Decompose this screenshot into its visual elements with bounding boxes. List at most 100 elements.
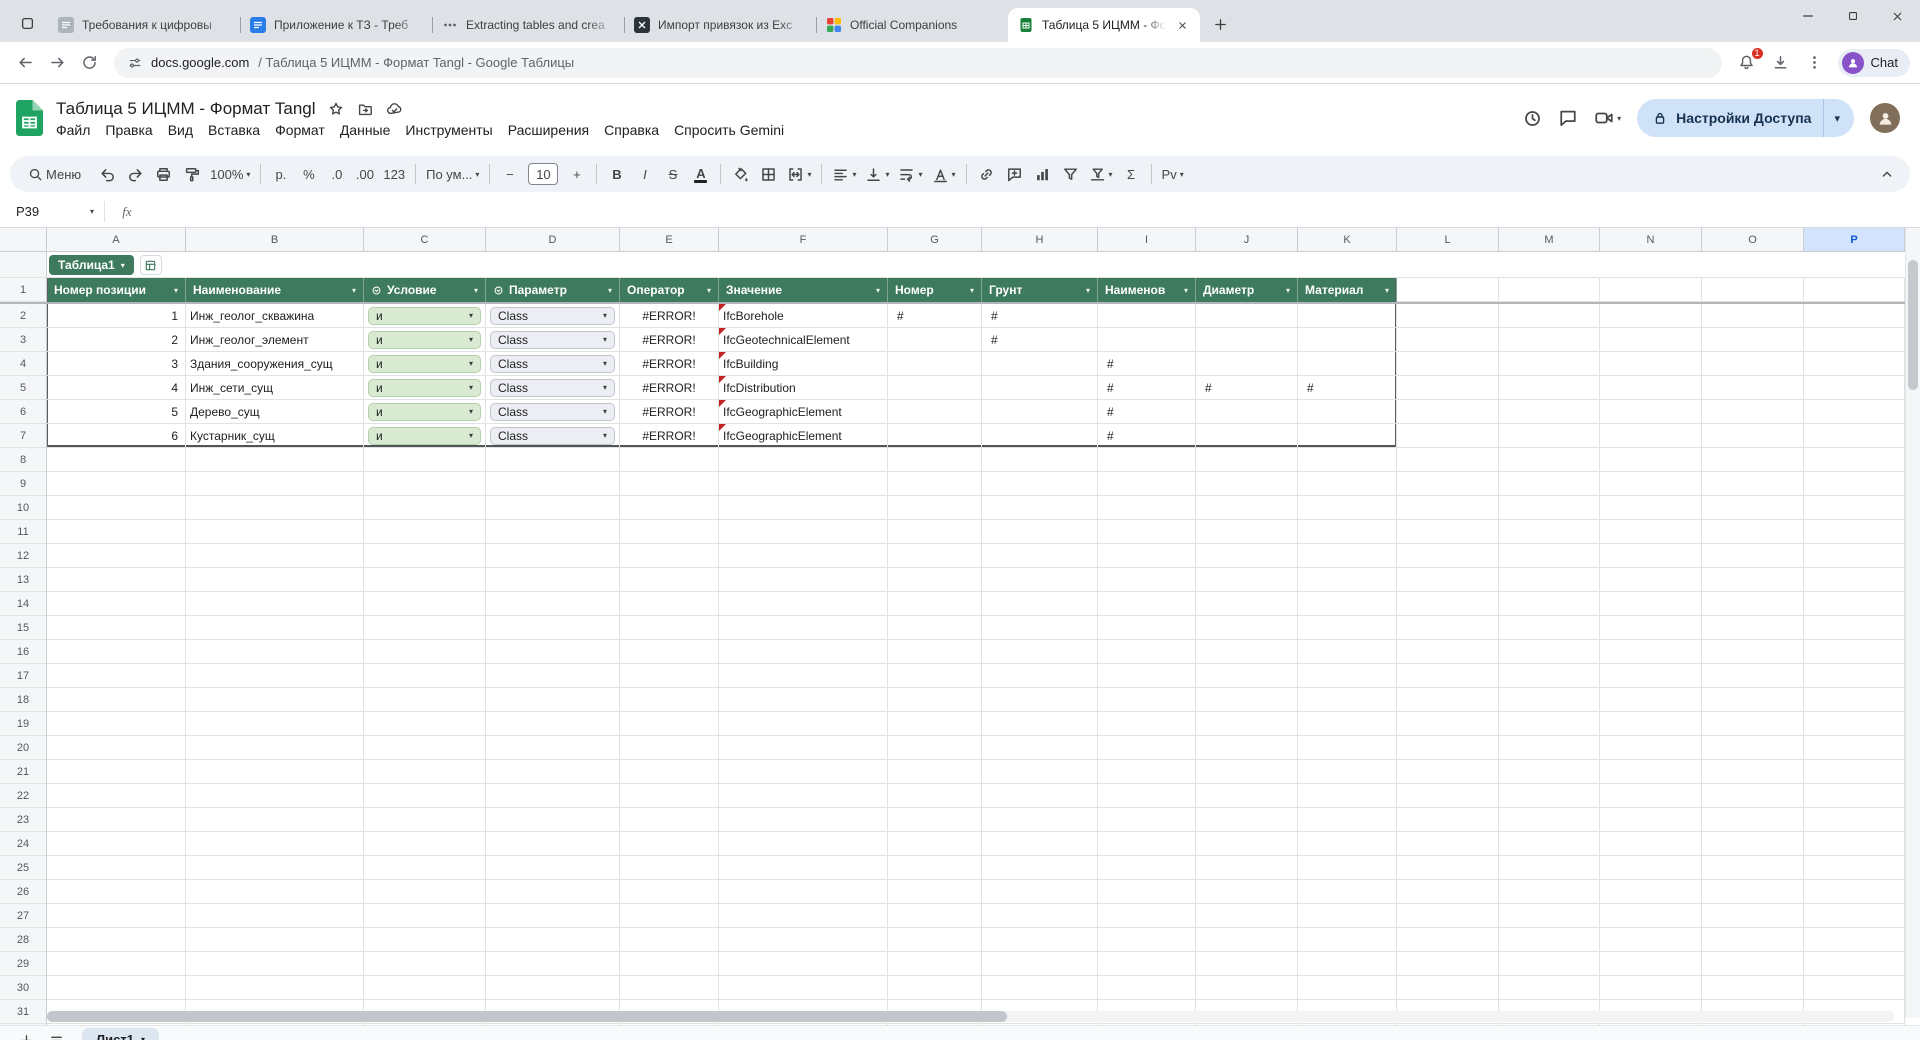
grid-cell[interactable]	[888, 472, 982, 496]
grid-cell[interactable]	[1600, 472, 1702, 496]
grid-cell[interactable]	[1196, 568, 1298, 592]
grid-cell[interactable]	[1196, 592, 1298, 616]
grid-cell[interactable]	[1499, 616, 1600, 640]
grid-cell[interactable]	[982, 424, 1098, 448]
grid-cell[interactable]	[1600, 424, 1702, 448]
condition-dropdown[interactable]: и▾	[368, 379, 481, 397]
grid-cell[interactable]: Кустарник_сущ	[186, 424, 364, 448]
parameter-dropdown[interactable]: Class▾	[490, 355, 615, 373]
input-tools-button[interactable]: Рv▾	[1158, 161, 1188, 188]
grid-cell[interactable]	[982, 688, 1098, 712]
grid-cell[interactable]	[364, 252, 486, 278]
column-header-C[interactable]: C	[364, 228, 486, 252]
grid-cell[interactable]	[1397, 472, 1499, 496]
grid-cell[interactable]: 1	[47, 304, 186, 328]
undo-button[interactable]	[94, 161, 121, 188]
grid-cell[interactable]: #	[1196, 376, 1298, 400]
grid-cell[interactable]	[1702, 352, 1804, 376]
column-header-O[interactable]: O	[1702, 228, 1804, 252]
grid-cell[interactable]: 5	[47, 400, 186, 424]
grid-cell[interactable]	[620, 880, 719, 904]
print-button[interactable]	[150, 161, 177, 188]
grid-cell[interactable]	[186, 952, 364, 976]
grid-cell[interactable]	[486, 592, 620, 616]
grid-cell[interactable]	[1196, 736, 1298, 760]
grid-cell[interactable]: #	[1298, 376, 1397, 400]
document-title[interactable]: Таблица 5 ИЦММ - Формат Tangl	[56, 99, 316, 119]
fill-color-button[interactable]	[727, 161, 754, 188]
grid-cell[interactable]	[1600, 448, 1702, 472]
grid-cell[interactable]	[719, 568, 888, 592]
grid-cell[interactable]	[1702, 880, 1804, 904]
grid-cell[interactable]	[1098, 496, 1196, 520]
cloud-status-icon[interactable]	[385, 100, 403, 118]
grid-cell[interactable]	[1098, 928, 1196, 952]
grid-cell[interactable]	[1600, 784, 1702, 808]
grid-cell[interactable]	[186, 736, 364, 760]
row-header-5[interactable]: 5	[0, 376, 47, 400]
grid-cell[interactable]	[1298, 664, 1397, 688]
grid-cell[interactable]	[1804, 736, 1905, 760]
grid-cell[interactable]	[1702, 496, 1804, 520]
grid-cell[interactable]	[1702, 760, 1804, 784]
create-filter-button[interactable]	[1057, 161, 1084, 188]
column-header-D[interactable]: D	[486, 228, 620, 252]
grid-cell[interactable]	[486, 928, 620, 952]
grid-cell[interactable]	[486, 664, 620, 688]
grid-cell[interactable]: IfcDistribution	[719, 376, 888, 400]
grid-cell[interactable]	[1098, 760, 1196, 784]
toolbar-menu-search[interactable]: Меню	[20, 161, 93, 188]
grid-cell[interactable]	[1196, 664, 1298, 688]
insert-comment-button[interactable]	[1001, 161, 1028, 188]
table-header-cell[interactable]: Значение▾	[719, 278, 888, 302]
increase-decimal-button[interactable]: .00	[351, 161, 378, 188]
grid-cell[interactable]	[1397, 568, 1499, 592]
grid-cell[interactable]	[1397, 760, 1499, 784]
grid-cell[interactable]	[1702, 278, 1804, 302]
grid-cell[interactable]	[364, 640, 486, 664]
grid-cell[interactable]	[1298, 904, 1397, 928]
grid-cell[interactable]	[1600, 832, 1702, 856]
grid-cell[interactable]	[1298, 784, 1397, 808]
grid-cell[interactable]	[1098, 664, 1196, 688]
move-folder-icon[interactable]	[356, 100, 374, 118]
grid-cell[interactable]	[719, 640, 888, 664]
grid-cell[interactable]	[982, 352, 1098, 376]
menu-инструменты[interactable]: Инструменты	[398, 120, 499, 140]
filter-views-button[interactable]: ▾	[1085, 161, 1117, 188]
grid-cell[interactable]	[1804, 808, 1905, 832]
grid-cell[interactable]	[1702, 688, 1804, 712]
grid-cell[interactable]	[1196, 400, 1298, 424]
grid-cell[interactable]	[888, 784, 982, 808]
user-avatar[interactable]	[1870, 103, 1900, 133]
grid-cell[interactable]	[1804, 592, 1905, 616]
column-header-A[interactable]: A	[47, 228, 186, 252]
header-filter-caret-icon[interactable]: ▾	[474, 286, 478, 295]
grid-cell[interactable]	[888, 832, 982, 856]
grid-cell[interactable]: Здания_сооружения_сущ	[186, 352, 364, 376]
grid-cell[interactable]	[1196, 976, 1298, 1000]
grid-cell[interactable]	[1499, 952, 1600, 976]
grid-cell[interactable]: Class▾	[486, 424, 620, 448]
grid-cell[interactable]	[1804, 664, 1905, 688]
grid-cell[interactable]	[982, 664, 1098, 688]
menu-правка[interactable]: Правка	[98, 120, 159, 140]
grid-cell[interactable]	[47, 664, 186, 688]
functions-button[interactable]: Σ	[1118, 161, 1145, 188]
grid-cell[interactable]	[1397, 976, 1499, 1000]
header-filter-caret-icon[interactable]: ▾	[1286, 286, 1290, 295]
grid-cell[interactable]: #ERROR!	[620, 328, 719, 352]
grid-cell[interactable]	[1298, 448, 1397, 472]
grid-cell[interactable]: Class▾	[486, 376, 620, 400]
grid-cell[interactable]	[1397, 832, 1499, 856]
grid-cell[interactable]	[1298, 544, 1397, 568]
grid-cell[interactable]	[1600, 952, 1702, 976]
grid-cell[interactable]	[1098, 808, 1196, 832]
table-header-cell[interactable]: Наименов▾	[1098, 278, 1196, 302]
grid-cell[interactable]	[888, 688, 982, 712]
grid-cell[interactable]	[1499, 352, 1600, 376]
site-info-icon[interactable]	[128, 56, 142, 70]
grid-cell[interactable]	[1298, 568, 1397, 592]
grid-cell[interactable]	[1600, 592, 1702, 616]
grid-cell[interactable]	[1804, 568, 1905, 592]
